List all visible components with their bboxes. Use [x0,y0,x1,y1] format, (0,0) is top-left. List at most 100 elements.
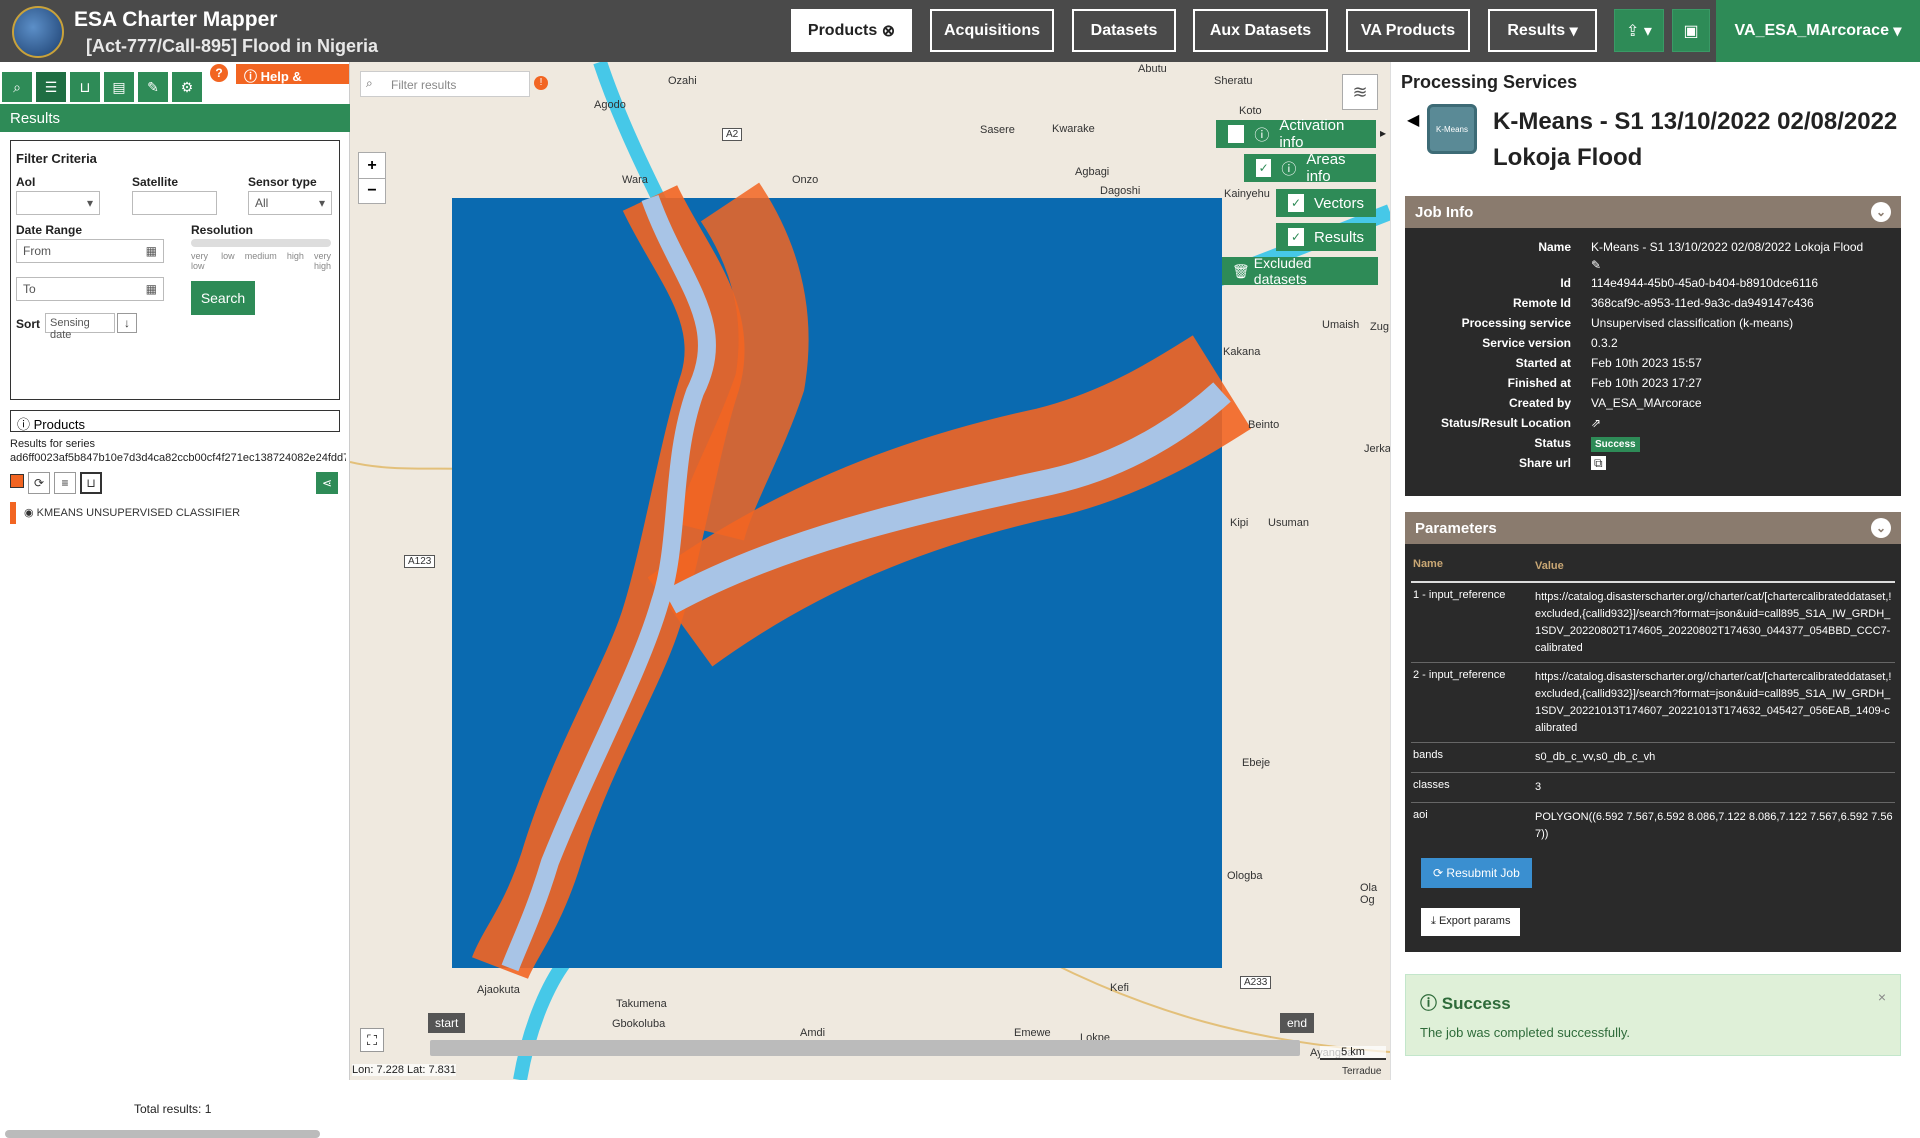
list-view-button[interactable]: ≡ [54,472,76,494]
scale-bar: 5 km [1320,1046,1386,1060]
checkbox-checked[interactable]: ✓ [1288,228,1304,246]
zoom-in-button[interactable]: + [359,153,385,179]
resolution-slider[interactable] [191,239,331,247]
aoi-select[interactable]: ▾ [16,191,100,215]
attribution: Terradue [1342,1066,1382,1077]
caret-down-icon: ▾ [318,196,325,210]
select-all-checkbox[interactable] [10,474,24,488]
tick-high: high [286,251,304,261]
edit-tool[interactable]: ✎ [138,72,168,102]
sort-select[interactable]: Sensing date [45,313,115,341]
parameters-header[interactable]: Parameters ⌄ [1405,512,1901,544]
place-label: Koto [1239,105,1262,117]
timebar-end[interactable]: end [1280,1013,1315,1033]
back-arrow-icon[interactable]: ◀ [1407,110,1419,130]
road-label: A2 [722,128,743,141]
share-button[interactable]: ⋖ [316,472,338,494]
left-panel: ⌕ ☰ ⊔ ▤ ✎ ⚙ ? ⓘ Help & Manual Results Fi… [0,62,350,1138]
close-circle-icon[interactable]: ⊗ [882,21,895,41]
table-row: classes 3 [1411,773,1895,803]
date-from-input[interactable]: From ▦ [16,239,164,263]
place-label: Ozahi [668,75,697,87]
refresh-button[interactable]: ⟳ [28,472,50,494]
caret-right-icon[interactable]: ▸ [1380,126,1386,140]
nav-aux-datasets[interactable]: Aux Datasets [1193,9,1328,52]
place-label: Takumena [616,998,667,1010]
excluded-datasets-toggle[interactable]: 🗑 Excluded datasets [1222,255,1378,287]
basket-button[interactable]: ⊔ [80,472,102,494]
archive-tool[interactable]: ▤ [104,72,134,102]
share-icon: ⋖ [321,476,333,490]
sort-direction-button[interactable]: ↓ [117,313,137,333]
caret-down-icon: ▾ [1569,22,1578,40]
success-title: ⓘ Success [1420,994,1511,1013]
table-row: 1 - input_reference https://catalog.disas… [1411,583,1895,663]
briefcase-icon: ▣ [1683,22,1699,40]
vectors-toggle[interactable]: ✓ Vectors [1276,189,1376,217]
briefcase-button[interactable]: ▣ [1672,9,1710,52]
trash-icon: 🗑 [1232,262,1250,279]
list-icon: ☰ [44,78,58,95]
satellite-label: Satellite [132,175,179,189]
timebar-start[interactable]: start [428,1013,466,1033]
resubmit-job-button[interactable]: ⟳ Resubmit Job [1421,858,1532,888]
table-row: 2 - input_reference https://catalog.disas… [1411,663,1895,743]
nav-products[interactable]: Products ⊗ [791,9,912,52]
checkbox-checked[interactable]: ✓ [1256,159,1272,177]
map-canvas [350,62,1390,1080]
satellite-input[interactable] [132,191,217,215]
basket-tool[interactable]: ⊔ [70,72,100,102]
nav-datasets[interactable]: Datasets [1072,9,1176,52]
place-label: Emewe [1014,1027,1051,1039]
timeline-bar[interactable] [430,1040,1300,1056]
calendar-icon[interactable]: ▦ [146,244,157,258]
filter-results-input[interactable]: Filter results [360,71,530,97]
date-to-input[interactable]: To ▦ [16,277,164,301]
horizontal-scrollbar[interactable] [5,1130,320,1138]
info-icon[interactable]: ! [534,76,548,90]
layers-icon: ≋ [1352,82,1368,102]
results-toggle[interactable]: ✓ Results [1276,223,1376,251]
zoom-out-button[interactable]: − [359,179,385,203]
checkbox-unchecked[interactable] [1228,125,1245,143]
job-info-header[interactable]: Job Info ⌄ [1405,196,1901,228]
table-row: bands s0_db_c_vv,s0_db_c_vh [1411,743,1895,773]
nav-va-products[interactable]: VA Products [1346,9,1470,52]
close-icon[interactable]: × [1878,989,1886,1005]
external-link-icon[interactable]: ⇗ [1591,416,1901,430]
info-icon: ⓘ [1281,160,1297,178]
help-manual-button[interactable]: ⓘ Help & Manual [236,64,349,100]
question-icon[interactable]: ? [210,64,228,82]
settings-tool[interactable]: ⚙ [172,72,202,102]
chevron-down-icon[interactable]: ⌄ [1871,202,1891,222]
calendar-icon[interactable]: ▦ [146,282,157,296]
map-view[interactable]: Ozahi Agodo Abutu Sheratu Sasere Kwarake… [350,62,1390,1080]
resolution-label: Resolution [191,223,253,237]
search-button[interactable]: Search [191,281,255,315]
right-panel: Processing Services ◀ K-Means K-Means - … [1390,62,1920,1080]
job-title: K-Means - S1 13/10/2022 02/08/2022 Lokoj… [1493,108,1898,171]
panel-title: Processing Services [1401,72,1578,92]
place-label: Sheratu [1214,75,1253,87]
upload-button[interactable]: ⇪ ▾ [1614,9,1664,52]
chevron-down-icon[interactable]: ⌄ [1871,518,1891,538]
user-menu[interactable]: VA_ESA_MArcorace ▾ [1716,0,1920,62]
nav-acquisitions[interactable]: Acquisitions [930,9,1054,52]
fullscreen-button[interactable]: ⛶ [360,1028,384,1052]
copy-icon[interactable]: ⧉ [1591,456,1606,470]
activation-info-toggle[interactable]: ⓘ Activation info [1216,117,1376,151]
pencil-icon[interactable]: ✎ [1591,258,1601,272]
nav-results[interactable]: Results ▾ [1488,9,1597,52]
export-params-button[interactable]: ⤓ Export params [1421,908,1521,936]
search-tool[interactable]: ⌕ [2,72,32,102]
result-item[interactable]: ◉ KMEANS UNSUPERVISED CLASSIFIER [10,502,340,524]
products-section: ⓘ Products [10,410,340,432]
list-tool[interactable]: ☰ [36,72,66,102]
success-alert: ⓘ Success × The job was completed succes… [1405,974,1901,1056]
zoom-control: + − [358,152,386,204]
checkbox-checked[interactable]: ✓ [1288,194,1304,212]
table-row: aoi POLYGON((6.592 7.567,6.592 8.086,7.12… [1413,809,1893,840]
areas-info-toggle[interactable]: ✓ ⓘ Areas info [1244,151,1376,185]
sensor-type-select[interactable]: All ▾ [248,191,332,215]
layers-button[interactable]: ≋ [1342,74,1378,110]
